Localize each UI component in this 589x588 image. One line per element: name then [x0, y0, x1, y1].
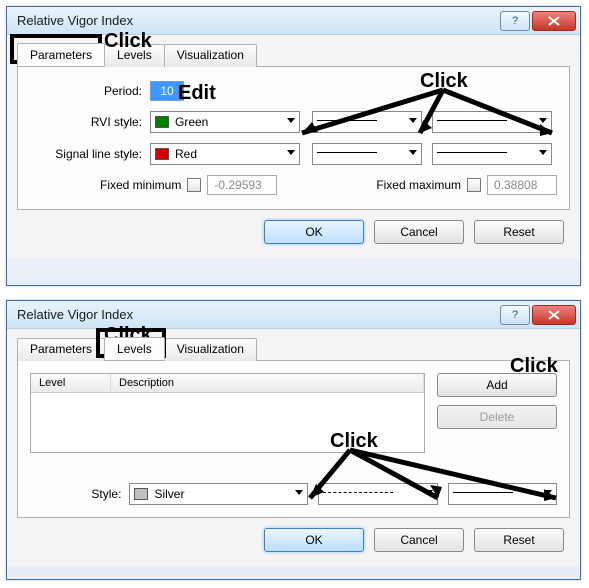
delete-button[interactable]: Delete — [437, 405, 557, 429]
signal-linewidth-dropdown[interactable] — [432, 143, 552, 165]
fixed-min-value[interactable]: -0.29593 — [207, 175, 277, 195]
tab-parameters[interactable]: Parameters — [17, 338, 105, 361]
chevron-down-icon — [544, 490, 552, 495]
chevron-down-icon — [287, 150, 295, 155]
dialog-rvi-parameters: Relative Vigor Index ? Parameters Levels… — [6, 6, 581, 286]
tab-visualization[interactable]: Visualization — [164, 338, 257, 361]
tab-levels[interactable]: Levels — [104, 44, 165, 67]
levels-list[interactable]: Level Description — [30, 373, 425, 453]
tab-bar: Parameters Levels Visualization — [17, 43, 570, 67]
dialog-rvi-levels: Relative Vigor Index ? Parameters Levels… — [6, 300, 581, 580]
chevron-down-icon — [287, 118, 295, 123]
fixed-min-checkbox[interactable] — [187, 178, 201, 192]
level-linestyle-dropdown[interactable] — [318, 483, 437, 505]
color-swatch-icon — [155, 148, 169, 160]
period-label: Period: — [30, 84, 150, 98]
color-swatch-icon — [155, 116, 169, 128]
tab-bar: Parameters Levels Visualization — [17, 337, 570, 361]
level-color-dropdown[interactable]: Silver — [129, 483, 308, 505]
parameters-panel: Period: RVI style: Green — [17, 67, 570, 210]
col-level[interactable]: Level — [31, 374, 111, 392]
chevron-down-icon — [409, 150, 417, 155]
line-style-icon — [323, 492, 393, 493]
cancel-button[interactable]: Cancel — [374, 220, 464, 244]
reset-button[interactable]: Reset — [474, 528, 564, 552]
signal-color-dropdown[interactable]: Red — [150, 143, 300, 165]
cancel-button[interactable]: Cancel — [374, 528, 464, 552]
period-input[interactable] — [150, 81, 184, 101]
col-description[interactable]: Description — [111, 374, 424, 392]
line-width-icon — [437, 152, 507, 153]
titlebar[interactable]: Relative Vigor Index ? — [7, 301, 580, 329]
chevron-down-icon — [425, 490, 433, 495]
chevron-down-icon — [539, 118, 547, 123]
levels-panel: Level Description Add Delete Style: Silv… — [17, 361, 570, 518]
signal-color-value: Red — [175, 147, 197, 161]
chevron-down-icon — [295, 490, 303, 495]
button-bar: OK Cancel Reset — [17, 518, 570, 556]
fixed-max-checkbox[interactable] — [467, 178, 481, 192]
chevron-down-icon — [539, 150, 547, 155]
color-swatch-icon — [134, 488, 148, 500]
ok-button[interactable]: OK — [264, 220, 364, 244]
line-style-icon — [317, 120, 377, 121]
line-width-icon — [437, 120, 507, 121]
signal-linestyle-dropdown[interactable] — [312, 143, 422, 165]
add-button[interactable]: Add — [437, 373, 557, 397]
fixed-max-value[interactable]: 0.38808 — [487, 175, 557, 195]
tab-parameters[interactable]: Parameters — [17, 43, 105, 66]
tab-visualization[interactable]: Visualization — [164, 44, 257, 67]
tab-levels[interactable]: Levels — [104, 337, 165, 360]
close-icon — [548, 310, 560, 320]
button-bar: OK Cancel Reset — [17, 210, 570, 248]
chevron-down-icon — [409, 118, 417, 123]
ok-button[interactable]: OK — [264, 528, 364, 552]
style-label: Style: — [30, 487, 129, 501]
levels-list-header: Level Description — [31, 374, 424, 393]
rvi-style-label: RVI style: — [30, 115, 150, 129]
help-button[interactable]: ? — [500, 11, 530, 31]
rvi-linestyle-dropdown[interactable] — [312, 111, 422, 133]
signal-style-label: Signal line style: — [30, 147, 150, 161]
window-title: Relative Vigor Index — [17, 13, 498, 28]
level-linewidth-dropdown[interactable] — [448, 483, 557, 505]
close-button[interactable] — [532, 305, 576, 325]
line-style-icon — [317, 152, 377, 153]
window-title: Relative Vigor Index — [17, 307, 498, 322]
titlebar[interactable]: Relative Vigor Index ? — [7, 7, 580, 35]
rvi-color-dropdown[interactable]: Green — [150, 111, 300, 133]
fixed-max-label: Fixed maximum — [376, 178, 461, 192]
help-button[interactable]: ? — [500, 305, 530, 325]
rvi-linewidth-dropdown[interactable] — [432, 111, 552, 133]
fixed-min-label: Fixed minimum — [100, 178, 181, 192]
level-color-value: Silver — [154, 487, 184, 501]
rvi-color-value: Green — [175, 115, 208, 129]
line-width-icon — [453, 492, 513, 493]
close-icon — [548, 16, 560, 26]
close-button[interactable] — [532, 11, 576, 31]
reset-button[interactable]: Reset — [474, 220, 564, 244]
